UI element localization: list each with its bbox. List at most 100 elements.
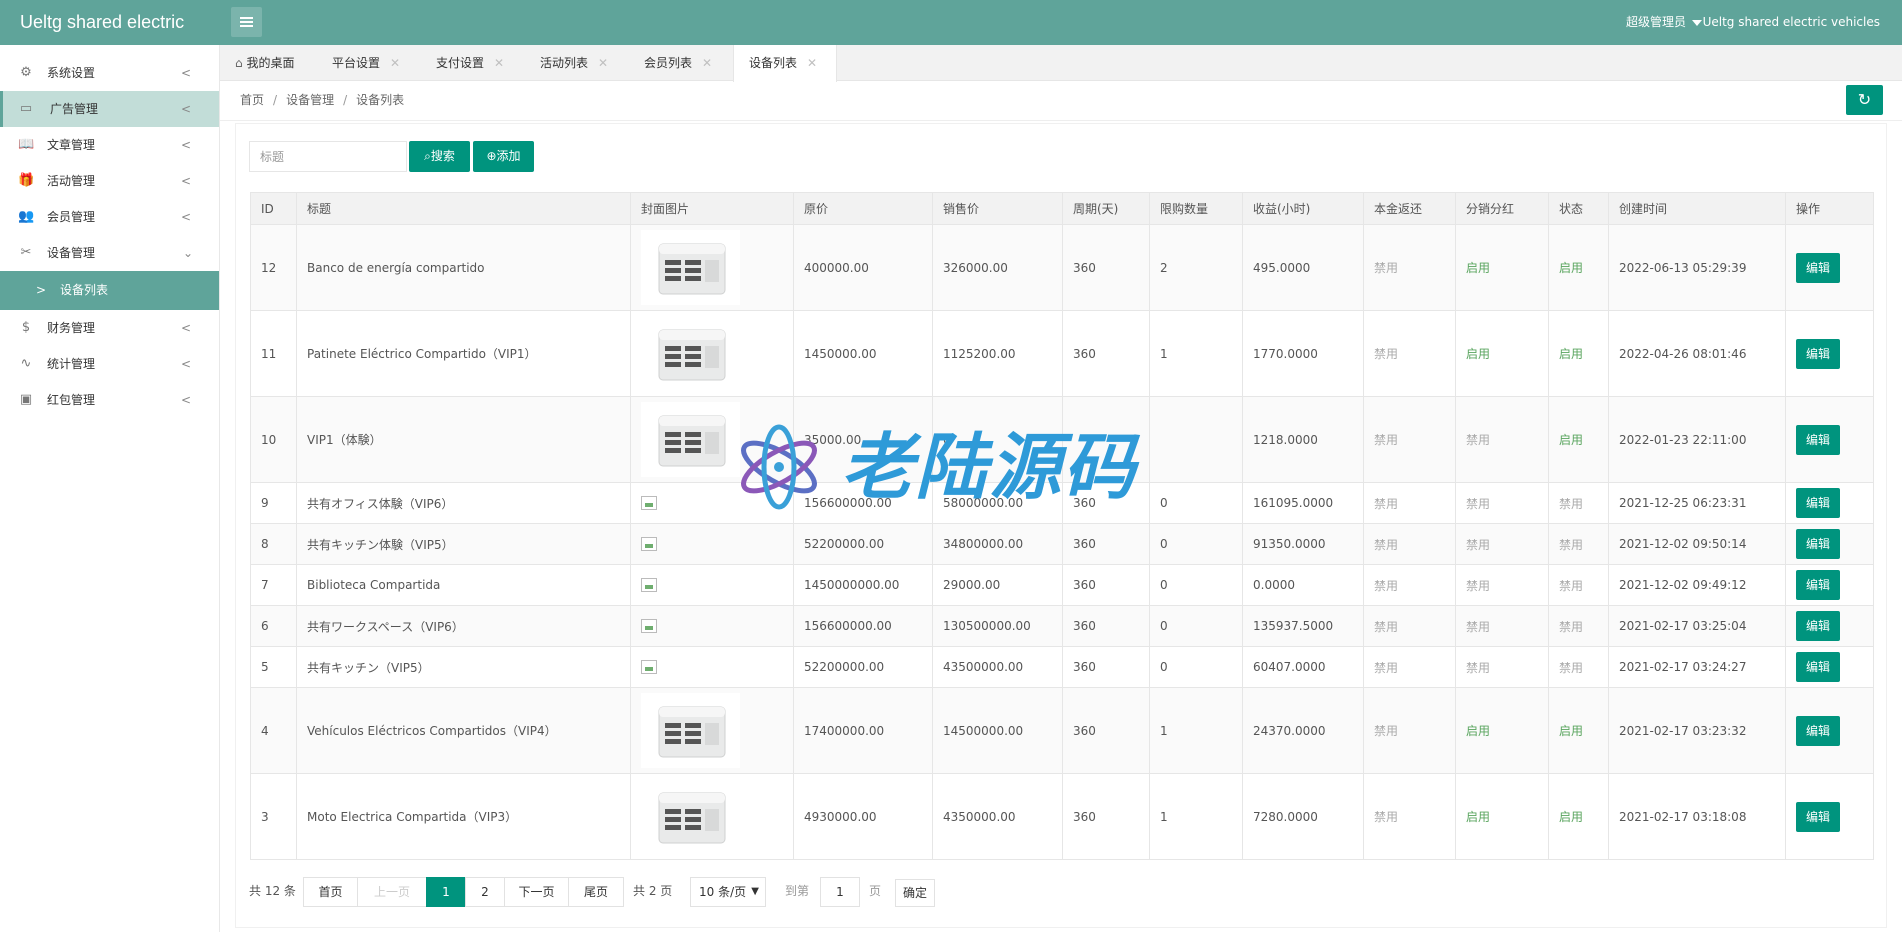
plus-circle-icon: ⊕ [486,149,497,163]
chevron-left-icon: < [180,174,191,188]
cell-id: 3 [250,773,297,860]
column-header[interactable]: 原价 [793,192,933,225]
breadcrumb-home[interactable]: 首页 [240,93,264,107]
close-icon[interactable]: ✕ [494,56,504,70]
gift-icon: 🎁 [18,173,35,188]
cell-distribution-bonus: 禁用 [1455,482,1549,524]
edit-button[interactable]: 编辑 [1796,424,1840,455]
cell-hourly-profit: 1770.0000 [1242,310,1364,397]
cell-actions: 编辑 [1785,564,1874,606]
chevron-left-icon: < [180,138,191,152]
top-header: Ueltg shared electric 超级管理员 Ueltg shared… [0,0,1902,45]
sidebar-item-system-settings[interactable]: ⚙ 系统设置 < [0,55,219,91]
sidebar-subitem-device-list[interactable]: > 设备列表 [0,271,219,310]
pagination-next[interactable]: 下一页 [504,877,569,907]
close-icon[interactable]: ✕ [702,56,712,70]
menu-toggle-button[interactable] [231,7,262,37]
close-icon[interactable]: ✕ [807,56,817,70]
edit-button[interactable]: 编辑 [1796,652,1840,682]
sidebar-item-members[interactable]: 👥 会员管理 < [0,199,219,235]
edit-button[interactable]: 编辑 [1796,529,1840,559]
table-body: 12 Banco de energía compartido 400000.00 32… [250,224,1874,860]
cell-id: 10 [250,396,297,483]
device-thumbnail-image [641,693,740,768]
sidebar-item-activities[interactable]: 🎁 活动管理 < [0,163,219,199]
sidebar-item-redpacket[interactable]: ▣ 红包管理 < [0,382,219,418]
column-header[interactable]: 收益(小时) [1242,192,1364,225]
table-row: 4 Vehículos Eléctricos Compartidos（VIP4） 1… [250,687,1874,774]
search-button[interactable]: ⌕搜索 [409,141,470,172]
gear-icon: ⚙ [20,65,32,80]
close-icon[interactable]: ✕ [598,56,608,70]
refresh-button[interactable]: ↻ [1846,85,1883,115]
edit-button[interactable]: 编辑 [1796,801,1840,832]
cell-principal-refund: 禁用 [1363,564,1456,606]
pagination-first[interactable]: 首页 [303,877,358,907]
column-header[interactable]: 操作 [1785,192,1874,225]
edit-button[interactable]: 编辑 [1796,570,1840,600]
sidebar-item-devices[interactable]: ✂ 设备管理 ⌄ [0,235,219,271]
cover-image-cell [630,646,794,688]
tab-device-list[interactable]: 设备列表 ✕ [733,45,837,82]
tab-platform-settings[interactable]: 平台设置 ✕ [332,45,400,81]
sidebar-item-articles[interactable]: 📖 文章管理 < [0,127,219,163]
column-header[interactable]: 周期(天) [1062,192,1150,225]
refresh-icon: ↻ [1857,90,1872,109]
tab-activity-list[interactable]: 活动列表 ✕ [540,45,608,81]
edit-button[interactable]: 编辑 [1796,488,1840,518]
column-header[interactable]: 创建时间 [1608,192,1786,225]
cell-sale-price: 43500000.00 [932,646,1063,688]
admin-user-menu[interactable]: 超级管理员 [1626,0,1702,44]
column-header[interactable]: 标题 [296,192,631,225]
sidebar-item-statistics[interactable]: ∿ 统计管理 < [0,346,219,382]
device-thumbnail-image [641,230,740,305]
pagination-page-2[interactable]: 2 [465,877,505,907]
cell-status: 禁用 [1548,564,1609,606]
edit-button[interactable]: 编辑 [1796,252,1840,283]
search-input[interactable] [249,141,407,172]
tab-payment-settings[interactable]: 支付设置 ✕ [436,45,504,81]
edit-button[interactable]: 编辑 [1796,715,1840,746]
column-header[interactable]: 状态 [1548,192,1609,225]
sidebar-item-ads[interactable]: ▭ 广告管理 < [0,91,219,127]
pagination-prev[interactable]: 上一页 [357,877,427,907]
column-header[interactable]: 分销分红 [1455,192,1549,225]
page-size-select[interactable]: 10 条/页 ▼ [690,877,766,907]
column-header[interactable]: 封面图片 [630,192,794,225]
cell-original-price: 156600000.00 [793,605,933,647]
goto-confirm-button[interactable]: 确定 [895,879,935,907]
tab-member-list[interactable]: 会员列表 ✕ [644,45,712,81]
close-icon[interactable]: ✕ [390,56,400,70]
column-header[interactable]: 销售价 [932,192,1063,225]
table-row: 12 Banco de energía compartido 400000.00 32… [250,224,1874,311]
add-button[interactable]: ⊕添加 [473,141,534,172]
cell-sale-price: 29000.00 [932,564,1063,606]
cell-original-price: 52200000.00 [793,646,933,688]
pagination-page-1[interactable]: 1 [426,877,466,907]
cell-created-time: 2022-01-23 22:11:00 [1608,396,1786,483]
tools-icon: ✂ [20,245,32,260]
brand-right-link[interactable]: Ueltg shared electric vehicles [1703,0,1880,44]
goto-page-input[interactable]: 1 [820,877,860,907]
cover-image-cell [630,687,794,774]
cell-sale-price: 4350000.00 [932,773,1063,860]
column-header[interactable]: 限购数量 [1149,192,1243,225]
cell-purchase-limit: 0 [1149,482,1243,524]
cell-hourly-profit: 1218.0000 [1242,396,1364,483]
pagination-last[interactable]: 尾页 [568,877,624,907]
cell-hourly-profit: 60407.0000 [1242,646,1364,688]
column-header[interactable]: 本金返还 [1363,192,1456,225]
cell-title: Vehículos Eléctricos Compartidos（VIP4） [296,687,631,774]
column-header[interactable]: ID [250,192,297,225]
tab-desktop[interactable]: ⌂ 我的桌面 [235,45,294,81]
sidebar-item-finance[interactable]: $ 财务管理 < [0,310,219,346]
cell-principal-refund: 禁用 [1363,605,1456,647]
breadcrumb-devices[interactable]: 设备管理 [286,93,334,107]
table-row: 8 共有キッチン体験（VIP5） 52200000.00 34800000.00 360… [250,523,1874,565]
pulse-icon: ∿ [20,356,32,371]
edit-button[interactable]: 编辑 [1796,611,1840,641]
chevron-down-icon: ▼ [751,886,759,897]
cell-sale-price: 58000000.00 [932,482,1063,524]
edit-button[interactable]: 编辑 [1796,338,1840,369]
app-logo: Ueltg shared electric [20,12,185,32]
